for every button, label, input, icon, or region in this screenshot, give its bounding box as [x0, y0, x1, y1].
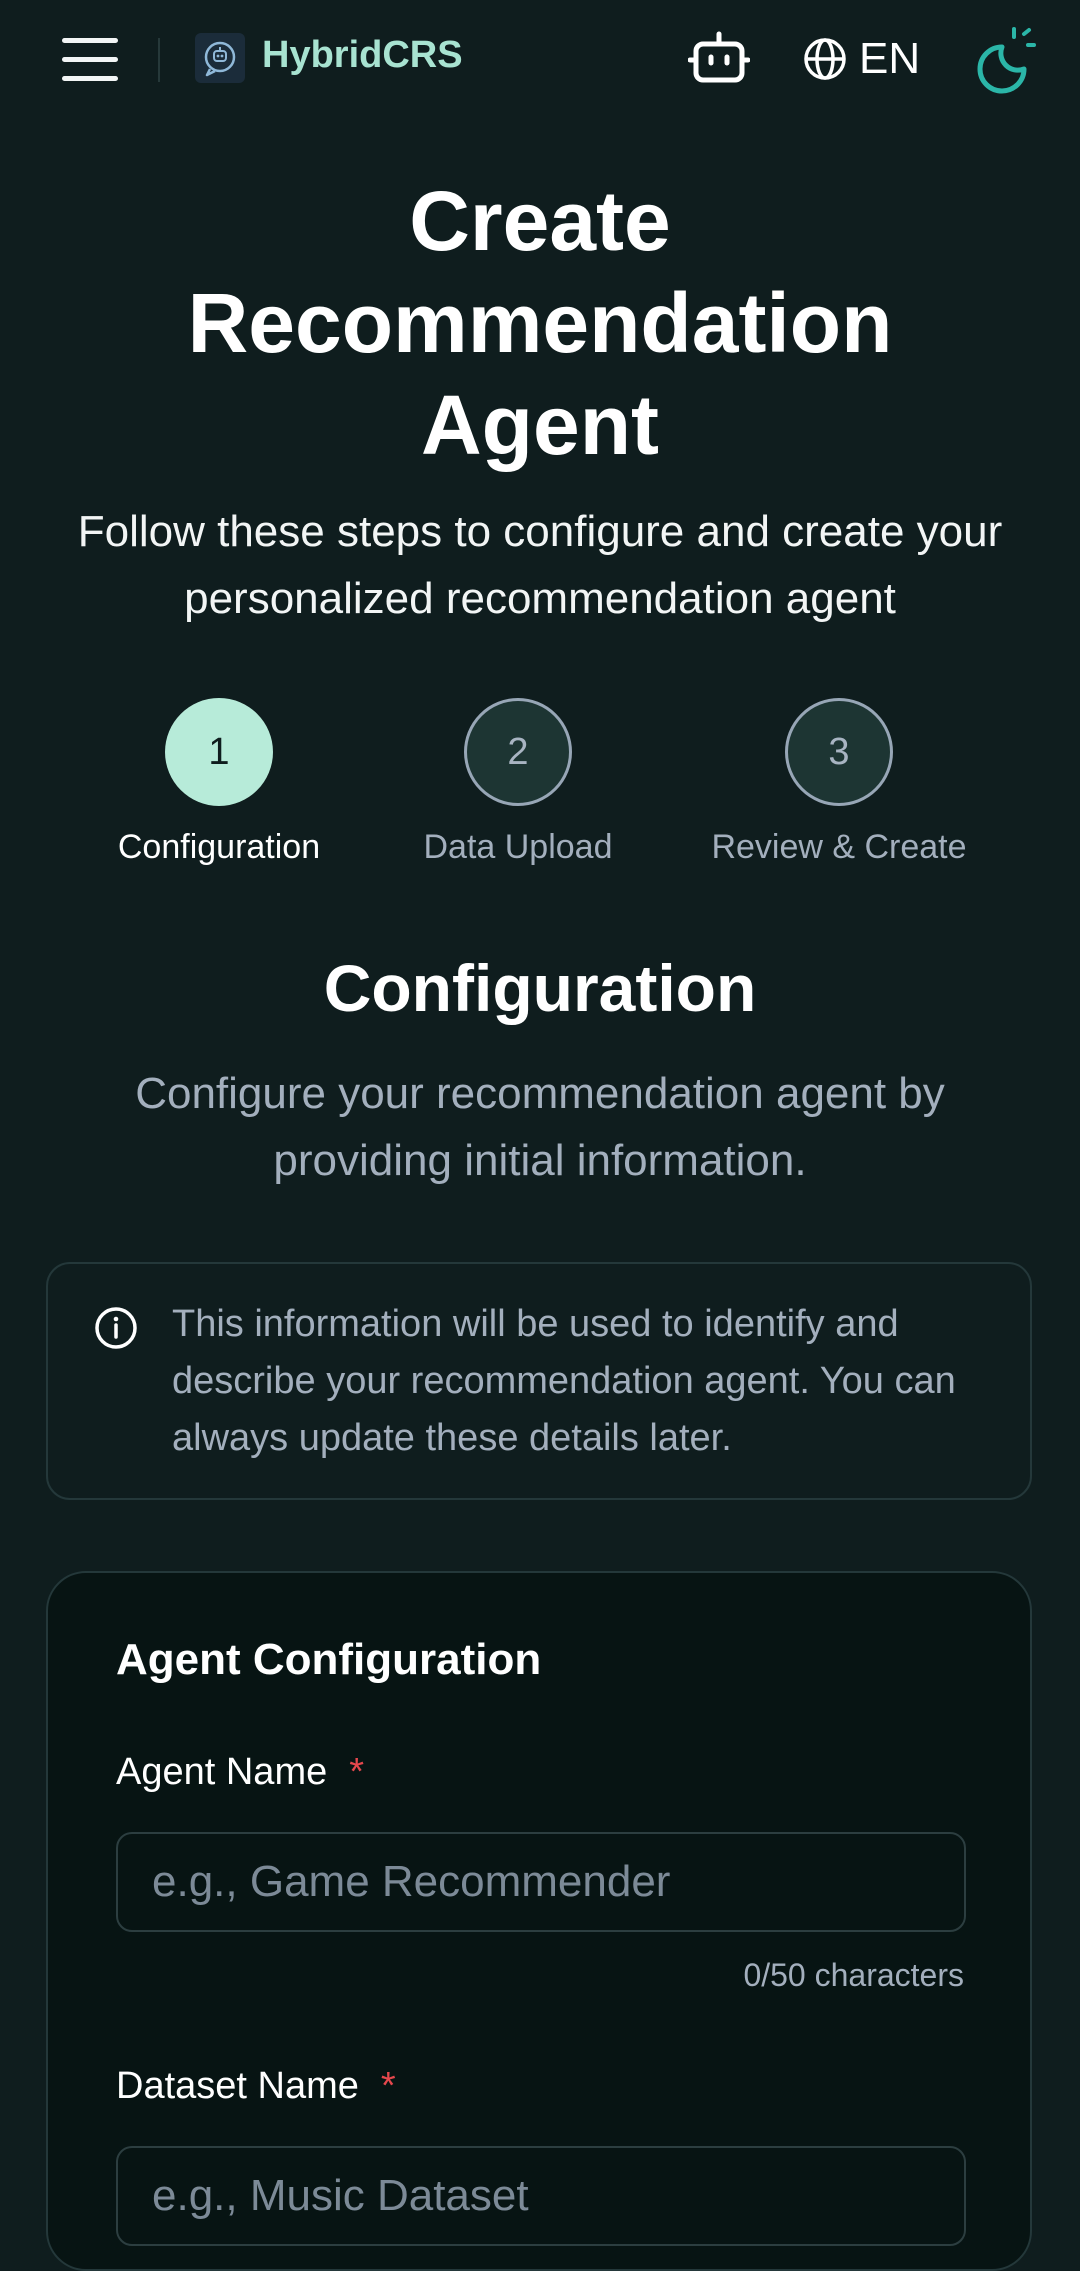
page-title: Create Recommendation Agent: [187, 174, 893, 472]
menu-icon-bar: [62, 38, 118, 43]
info-text: This information will be used to identif…: [172, 1303, 956, 1459]
language-selector[interactable]: EN: [803, 34, 920, 84]
step-number-badge: 2: [464, 698, 572, 806]
section-description: Configure your recommendation agent by p…: [135, 1069, 945, 1185]
step-number-badge: 3: [785, 698, 893, 806]
step-configuration[interactable]: 1 Configuration: [99, 698, 339, 867]
agent-name-input[interactable]: [116, 1832, 966, 1932]
top-navbar: HybridCRS EN: [0, 0, 1080, 118]
agent-name-label: Agent Name *: [116, 1751, 364, 1794]
header-divider: [158, 38, 160, 82]
step-label: Data Upload: [423, 828, 613, 866]
menu-icon-bar: [62, 57, 118, 62]
menu-icon-bar: [62, 76, 118, 81]
page-subtitle: Follow these steps to configure and crea…: [77, 507, 1003, 623]
step-review-create[interactable]: 3 Review & Create: [689, 698, 989, 867]
robot-button[interactable]: [687, 30, 751, 86]
language-label: EN: [859, 34, 921, 83]
agent-name-label-text: Agent Name: [116, 1751, 328, 1793]
step-label: Review & Create: [711, 828, 967, 866]
globe-icon: [804, 38, 846, 80]
theme-toggle-button[interactable]: [966, 25, 1036, 95]
card-title: Agent Configuration: [116, 1635, 542, 1684]
required-indicator: *: [349, 1751, 365, 1793]
logo-icon[interactable]: [195, 33, 245, 83]
info-callout: This information will be used to identif…: [46, 1262, 1032, 1500]
menu-button[interactable]: [62, 38, 118, 82]
agent-name-char-counter: 0/50 characters: [743, 1957, 964, 1993]
agent-configuration-card: Agent Configuration Agent Name * 0/50 cha…: [46, 1571, 1032, 2271]
dataset-name-label-text: Dataset Name: [116, 2065, 359, 2107]
brand-name[interactable]: HybridCRS: [262, 34, 463, 77]
info-icon: [95, 1307, 137, 1349]
required-indicator: *: [380, 2065, 396, 2107]
step-number-badge: 1: [165, 698, 273, 806]
dataset-name-label: Dataset Name *: [116, 2065, 396, 2108]
dataset-name-input[interactable]: [116, 2146, 966, 2246]
section-title: Configuration: [323, 951, 757, 1025]
robot-icon: [687, 31, 751, 83]
step-data-upload[interactable]: 2 Data Upload: [398, 698, 638, 867]
step-label: Configuration: [117, 828, 321, 866]
theme-toggle-icon: [977, 27, 1036, 94]
